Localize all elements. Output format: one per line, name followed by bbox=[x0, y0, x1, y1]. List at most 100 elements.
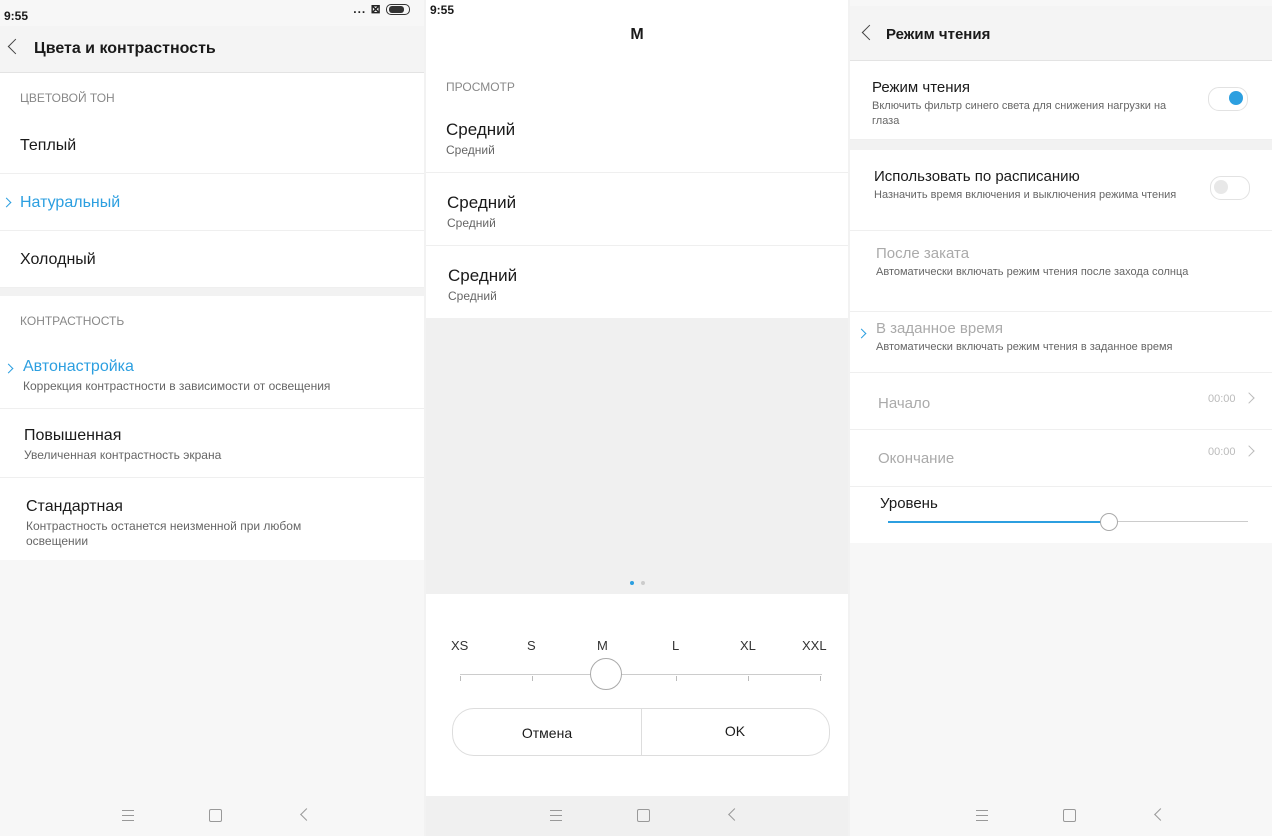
app-header: Режим чтения bbox=[850, 6, 1272, 61]
preview-item: Средний Средний bbox=[426, 100, 848, 173]
preview-subtitle: Средний bbox=[448, 289, 497, 303]
page-title: Цвета и контрастность bbox=[34, 40, 216, 57]
status-time: 9:55 bbox=[4, 9, 29, 23]
status-icons: ... ⊠ bbox=[353, 2, 410, 16]
back-icon[interactable] bbox=[300, 808, 313, 821]
item-label: Натуральный bbox=[20, 194, 121, 211]
dialog-buttons: Отмена OK bbox=[452, 708, 830, 756]
level-label: Уровень bbox=[880, 495, 938, 512]
item-title: Автонастройка bbox=[23, 358, 134, 375]
toggle-knob bbox=[1214, 180, 1228, 194]
item-title: Режим чтения bbox=[872, 79, 971, 96]
slider-tick bbox=[532, 676, 533, 681]
size-option-m[interactable]: M bbox=[597, 638, 608, 653]
item-subtitle: Назначить время включения и выключения р… bbox=[874, 189, 1177, 201]
page-dot bbox=[641, 581, 646, 585]
back-arrow-icon[interactable] bbox=[861, 24, 878, 41]
home-icon[interactable] bbox=[1063, 809, 1076, 822]
reading-mode-toggle[interactable] bbox=[1208, 87, 1248, 111]
slider-tick bbox=[460, 676, 461, 681]
selected-chevron-icon bbox=[856, 328, 867, 339]
colors-contrast-screen: 9:55 ... ⊠ Цвета и контрастность ЦВЕТОВО… bbox=[0, 0, 424, 836]
start-time-row[interactable]: Начало 00:00 bbox=[850, 373, 1272, 430]
item-title: В заданное время bbox=[876, 320, 1003, 337]
size-title: M bbox=[630, 26, 644, 43]
battery-icon bbox=[386, 4, 410, 16]
nav-bar bbox=[850, 796, 1272, 836]
status-bar: 9:55 bbox=[426, 0, 848, 22]
home-icon[interactable] bbox=[209, 809, 222, 822]
schedule-row: Использовать по расписанию Назначить вре… bbox=[850, 150, 1272, 231]
reading-mode-row: Режим чтения Включить фильтр синего свет… bbox=[850, 61, 1272, 140]
item-title: Повышенная bbox=[24, 427, 122, 444]
sunset-option[interactable]: После заката Автоматически включать режи… bbox=[850, 231, 1272, 312]
divider bbox=[0, 288, 424, 296]
preview-subtitle: Средний bbox=[446, 143, 495, 157]
size-option-xl[interactable]: XL bbox=[740, 638, 756, 653]
size-option-s[interactable]: S bbox=[527, 638, 536, 653]
section-header-tone: ЦВЕТОВОЙ ТОН bbox=[20, 91, 115, 105]
home-icon[interactable] bbox=[637, 809, 650, 822]
list-item-warm[interactable]: Теплый bbox=[0, 117, 424, 174]
item-label: Теплый bbox=[20, 137, 77, 154]
nav-bar bbox=[0, 796, 424, 836]
back-icon[interactable] bbox=[1154, 808, 1167, 821]
ok-button[interactable]: OK bbox=[641, 723, 829, 739]
status-glyphs: ... ⊠ bbox=[353, 2, 382, 16]
slider-tick bbox=[676, 676, 677, 681]
preview-subtitle: Средний bbox=[447, 216, 496, 230]
end-time-row[interactable]: Окончание 00:00 bbox=[850, 430, 1272, 487]
list-item-auto-contrast[interactable]: Автонастройка Коррекция контрастности в … bbox=[0, 340, 424, 409]
status-time: 9:55 bbox=[430, 3, 455, 17]
menu-icon[interactable] bbox=[122, 810, 134, 821]
slider-tick bbox=[820, 676, 821, 681]
back-arrow-icon[interactable] bbox=[7, 38, 24, 55]
custom-time-option[interactable]: В заданное время Автоматически включать … bbox=[850, 312, 1272, 373]
preview-title: Средний bbox=[447, 193, 517, 212]
reading-mode-screen: Режим чтения Режим чтения Включить фильт… bbox=[850, 0, 1272, 836]
toggle-knob bbox=[1229, 91, 1243, 105]
item-title: Стандартная bbox=[26, 498, 123, 515]
list-item-standard-contrast[interactable]: Стандартная Контрастность останется неиз… bbox=[0, 478, 424, 560]
size-slider-track[interactable] bbox=[460, 674, 822, 675]
item-title: Использовать по расписанию bbox=[874, 168, 1080, 185]
end-value: 00:00 bbox=[1208, 446, 1236, 458]
list-item-natural[interactable]: Натуральный bbox=[0, 174, 424, 231]
item-subtitle: Автоматически включать режим чтения посл… bbox=[876, 266, 1189, 278]
start-label: Начало bbox=[878, 395, 931, 412]
size-option-l[interactable]: L bbox=[672, 638, 679, 653]
cancel-button[interactable]: Отмена bbox=[453, 725, 641, 741]
level-slider-fill bbox=[888, 521, 1108, 523]
chevron-right-icon bbox=[1243, 392, 1255, 404]
page-title: Режим чтения bbox=[886, 26, 991, 43]
level-slider-track[interactable] bbox=[888, 513, 1248, 531]
menu-icon[interactable] bbox=[976, 810, 988, 821]
level-slider-thumb[interactable] bbox=[1100, 513, 1118, 531]
section-header-preview: ПРОСМОТР bbox=[446, 80, 515, 94]
item-title: После заката bbox=[876, 245, 970, 262]
item-subtitle: Увеличенная контрастность экрана bbox=[24, 448, 222, 462]
selected-chevron-icon bbox=[1, 197, 12, 208]
list-item-high-contrast[interactable]: Повышенная Увеличенная контрастность экр… bbox=[0, 409, 424, 478]
page-indicator bbox=[630, 572, 646, 590]
menu-icon[interactable] bbox=[550, 810, 562, 821]
list-item-cold[interactable]: Холодный bbox=[0, 231, 424, 288]
end-label: Окончание bbox=[878, 450, 955, 467]
chevron-right-icon bbox=[1243, 445, 1255, 457]
schedule-toggle[interactable] bbox=[1210, 176, 1250, 200]
back-icon[interactable] bbox=[728, 808, 741, 821]
size-slider-thumb[interactable] bbox=[590, 658, 622, 690]
item-subtitle: Контрастность останется неизменной при л… bbox=[26, 519, 302, 548]
selected-chevron-icon bbox=[3, 363, 14, 374]
divider bbox=[850, 140, 1272, 150]
size-option-xxl[interactable]: XXL bbox=[802, 638, 827, 653]
item-subtitle: Включить фильтр синего света для снижени… bbox=[872, 100, 1167, 127]
item-label: Холодный bbox=[20, 251, 96, 268]
settings-list: ЦВЕТОВОЙ ТОН Теплый Натуральный Холодный… bbox=[0, 73, 424, 560]
start-value: 00:00 bbox=[1208, 393, 1236, 405]
level-row: Уровень bbox=[850, 487, 1272, 543]
page-dot-active bbox=[630, 581, 634, 585]
size-picker-sheet: XS S M L XL XXL Отмена OK bbox=[426, 594, 848, 796]
size-option-xs[interactable]: XS bbox=[451, 638, 468, 653]
app-header: Цвета и контрастность bbox=[0, 26, 424, 73]
